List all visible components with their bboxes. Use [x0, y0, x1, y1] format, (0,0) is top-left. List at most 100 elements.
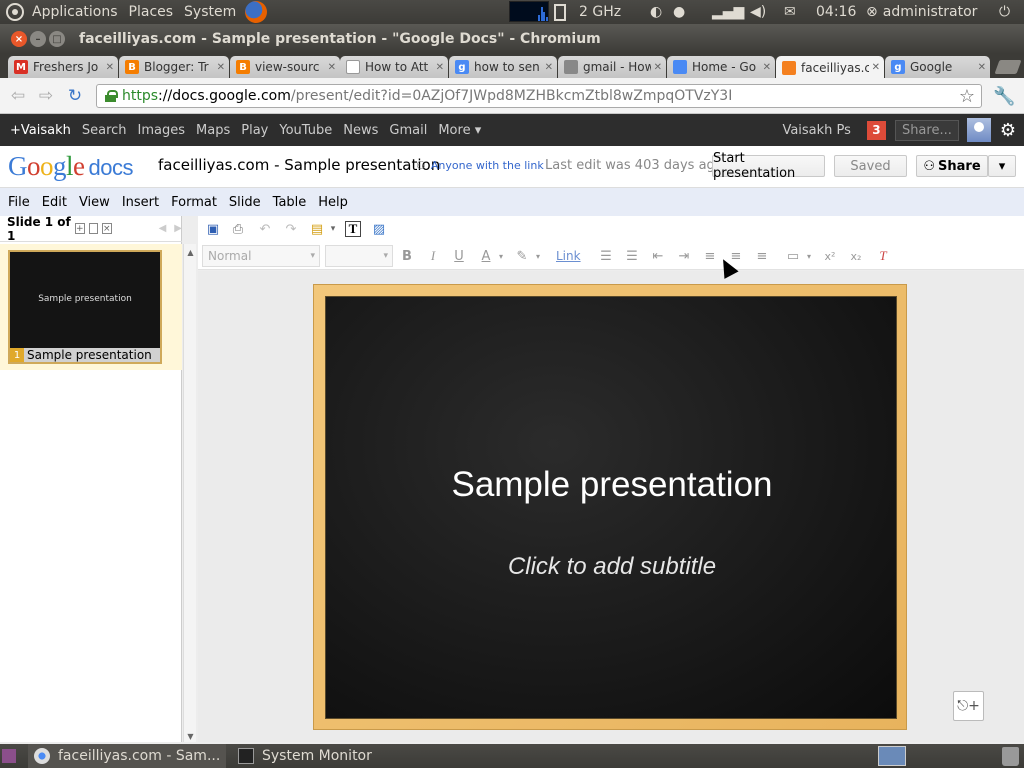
- gbar-link-0[interactable]: +Vaisakh: [10, 123, 71, 138]
- print-icon[interactable]: ⎙: [230, 221, 246, 237]
- bulleted-list-icon[interactable]: ☰: [624, 248, 640, 264]
- gbar-link-7[interactable]: Gmail: [389, 123, 427, 138]
- menu-view[interactable]: View: [79, 195, 110, 210]
- paragraph-style-select[interactable]: Normal ▾: [202, 245, 320, 267]
- tab-close-icon[interactable]: ✕: [763, 62, 771, 73]
- taskbar-chromium[interactable]: faceilliyas.com - Sam...: [28, 744, 226, 768]
- firefox-launcher-icon[interactable]: [245, 1, 268, 23]
- tab-7[interactable]: faceilliyas.c ✕: [776, 56, 884, 79]
- gbar-link-2[interactable]: Images: [138, 123, 186, 138]
- align-right-icon[interactable]: ≡: [754, 248, 770, 264]
- slide-thumbnail-selected[interactable]: Sample presentation 1 Sample presentation: [0, 244, 182, 370]
- google-docs-logo[interactable]: Google docs: [8, 151, 133, 182]
- speaker-notes-icon[interactable]: ⎋+: [953, 691, 984, 721]
- gbar-link-1[interactable]: Search: [82, 123, 127, 138]
- duplicate-slide-icon[interactable]: [88, 223, 99, 234]
- font-size-select[interactable]: ▾: [325, 245, 393, 267]
- power-icon[interactable]: ⏻: [999, 0, 1010, 24]
- slide[interactable]: Sample presentation Click to add subtitl…: [325, 296, 897, 719]
- tab-close-icon[interactable]: ✕: [978, 62, 986, 73]
- italic-icon[interactable]: I: [425, 248, 441, 264]
- gbar-share-button[interactable]: Share...: [894, 119, 959, 141]
- back-arrow-icon[interactable]: ⇦: [9, 86, 27, 106]
- wrench-icon[interactable]: 🔧: [993, 86, 1015, 107]
- menu-slide[interactable]: Slide: [229, 195, 261, 210]
- tab-close-icon[interactable]: ✕: [328, 62, 336, 73]
- highlight-dropdown-icon[interactable]: ▾: [530, 248, 546, 264]
- tab-close-icon[interactable]: ✕: [217, 62, 225, 73]
- align-left-icon[interactable]: ≡: [702, 248, 718, 264]
- tab-4[interactable]: g how to sen ✕: [449, 56, 557, 78]
- last-edit-status[interactable]: Last edit was 403 days ago: [545, 158, 723, 173]
- tab-close-icon[interactable]: ✕: [106, 62, 114, 73]
- trash-icon[interactable]: [1002, 747, 1019, 766]
- window-titlebar[interactable]: × – □ faceilliyas.com - Sample presentat…: [0, 24, 1024, 54]
- window-close-icon[interactable]: ×: [11, 31, 27, 47]
- tab-close-icon[interactable]: ✕: [436, 62, 444, 73]
- slide-title[interactable]: Sample presentation: [326, 465, 898, 505]
- scroll-up-arrow-icon[interactable]: ▲: [184, 246, 197, 258]
- gbar-link-3[interactable]: Maps: [196, 123, 230, 138]
- highlight-icon[interactable]: ✎: [514, 248, 530, 264]
- battery-icon[interactable]: [554, 0, 566, 24]
- gbar-user-name[interactable]: Vaisakh Ps: [782, 123, 851, 138]
- underline-icon[interactable]: U: [451, 248, 467, 264]
- increase-indent-icon[interactable]: ⇥: [676, 248, 692, 264]
- decrease-indent-icon[interactable]: ⇤: [650, 248, 666, 264]
- start-presentation-button[interactable]: Start presentation: [712, 151, 825, 181]
- tab-0[interactable]: M Freshers Jo ✕: [8, 56, 118, 78]
- tab-close-icon[interactable]: ✕: [654, 62, 662, 73]
- menu-help[interactable]: Help: [318, 195, 348, 210]
- workspace-switcher-icon[interactable]: [878, 746, 906, 766]
- avatar[interactable]: [966, 118, 991, 142]
- menu-places[interactable]: Places: [129, 4, 174, 20]
- text-color-dropdown-icon[interactable]: ▾: [493, 248, 509, 264]
- gbar-link-4[interactable]: Play: [241, 123, 268, 138]
- gbar-link-5[interactable]: YouTube: [279, 123, 332, 138]
- delete-slide-icon[interactable]: ×: [102, 223, 112, 234]
- menu-format[interactable]: Format: [171, 195, 217, 210]
- slide-panel-scrollbar[interactable]: ▲ ▼: [183, 244, 196, 742]
- slide-thumbnail[interactable]: Sample presentation 1 Sample presentation: [8, 250, 162, 364]
- address-bar[interactable]: https://docs.google.com/present/edit?id=…: [96, 84, 982, 108]
- taskbar-system-monitor[interactable]: System Monitor: [232, 744, 432, 768]
- vertical-align-icon[interactable]: ▭: [785, 248, 801, 264]
- clock[interactable]: 04:16: [816, 0, 856, 24]
- menu-file[interactable]: File: [8, 195, 30, 210]
- tab-8[interactable]: g Google ✕: [885, 56, 990, 78]
- tab-close-icon[interactable]: ✕: [872, 62, 880, 73]
- move-up-icon[interactable]: ◀: [159, 223, 167, 234]
- share-dropdown-icon[interactable]: ▾: [988, 155, 1016, 177]
- settings-gear-icon[interactable]: ⚙: [1000, 120, 1016, 141]
- slide-subtitle-placeholder[interactable]: Click to add subtitle: [326, 553, 898, 581]
- vertical-align-dropdown-icon[interactable]: ▾: [801, 248, 817, 264]
- window-maximize-icon[interactable]: □: [49, 31, 65, 47]
- textbox-icon[interactable]: T: [345, 221, 361, 237]
- network-globe-icon[interactable]: ●: [673, 0, 685, 24]
- cpu-freq[interactable]: 2 GHz: [579, 0, 621, 24]
- menu-system[interactable]: System: [184, 4, 236, 20]
- tab-1[interactable]: B Blogger: Tr ✕: [119, 56, 229, 78]
- move-down-icon[interactable]: ▶: [174, 223, 182, 234]
- menu-edit[interactable]: Edit: [42, 195, 67, 210]
- paint-dropdown-icon[interactable]: ▾: [325, 221, 341, 237]
- sharing-status[interactable]: ⚇ Anyone with the link: [416, 159, 544, 172]
- add-slide-icon[interactable]: +: [74, 223, 85, 234]
- document-title[interactable]: faceilliyas.com - Sample presentation: [158, 156, 440, 174]
- window-minimize-icon[interactable]: –: [30, 31, 46, 47]
- paint-format-icon[interactable]: ▤: [309, 221, 325, 237]
- text-color-icon[interactable]: A: [478, 248, 494, 264]
- gbar-link-8[interactable]: More ▾: [438, 123, 481, 138]
- forward-arrow-icon[interactable]: ⇨: [37, 86, 55, 106]
- tab-5[interactable]: gmail - How ✕: [558, 56, 666, 78]
- undo-icon[interactable]: ↶: [257, 221, 273, 237]
- menu-applications[interactable]: Applications: [32, 4, 118, 20]
- redo-icon[interactable]: ↷: [283, 221, 299, 237]
- tab-close-icon[interactable]: ✕: [545, 62, 553, 73]
- ubuntu-logo-icon[interactable]: [6, 3, 24, 21]
- tab-6[interactable]: Home - Go ✕: [667, 56, 775, 78]
- notification-count[interactable]: 3: [866, 120, 886, 140]
- weather-icon[interactable]: ◐: [650, 0, 662, 24]
- scroll-down-arrow-icon[interactable]: ▼: [184, 730, 197, 742]
- image-icon[interactable]: ▨: [371, 221, 387, 237]
